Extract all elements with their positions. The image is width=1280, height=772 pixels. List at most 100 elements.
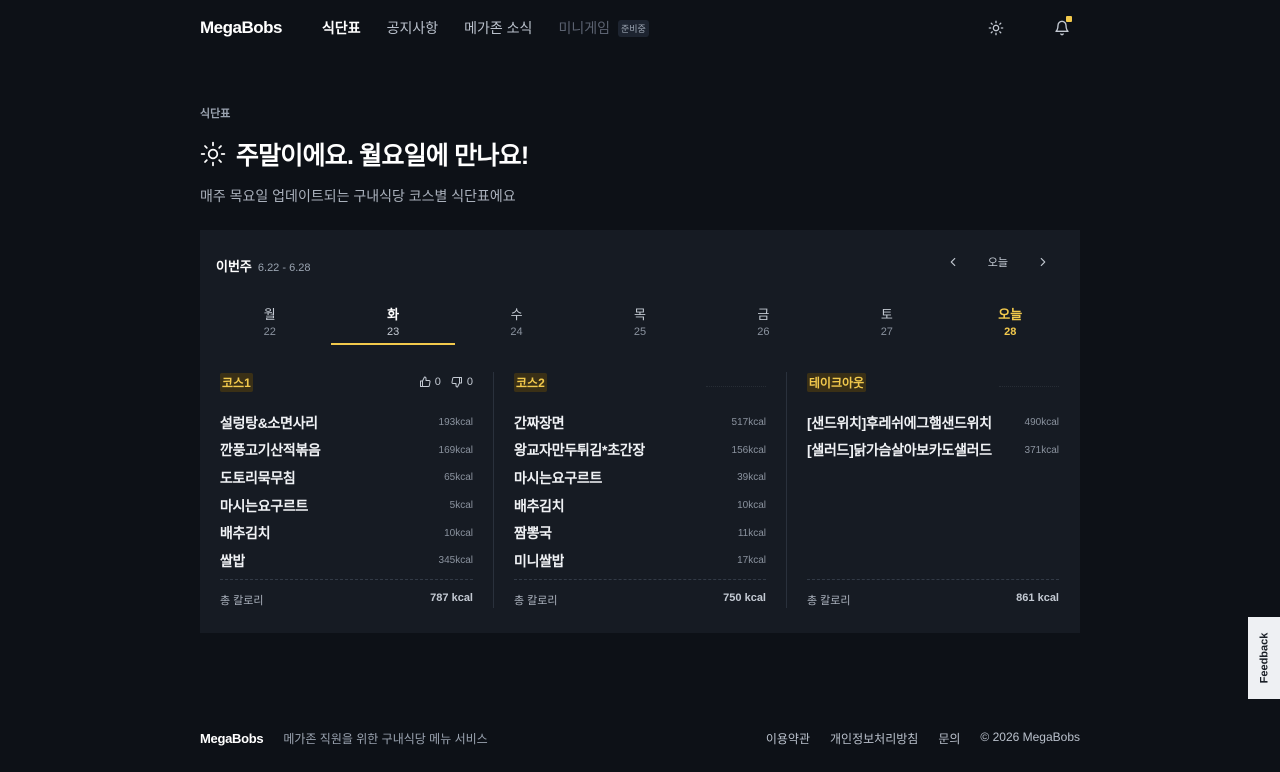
prev-week-button[interactable] xyxy=(946,255,960,269)
day-number: 24 xyxy=(510,326,523,338)
feedback-label: Feedback xyxy=(1258,632,1270,684)
nav-notices[interactable]: 공지사항 xyxy=(387,18,439,38)
day-tab-mon[interactable]: 월 22 xyxy=(208,304,331,344)
footer-links: 이용약관 개인정보처리방침 문의 © 2026 MegaBobs xyxy=(766,730,1080,747)
menu-kcal: 169kcal xyxy=(438,444,473,456)
footer: MegaBobs 메가존 직원을 위한 구내식당 메뉴 서비스 이용약관 개인정… xyxy=(200,729,1080,747)
dislike-count: 0 xyxy=(466,376,473,388)
day-number: 25 xyxy=(633,326,647,338)
top-header: MegaBobs 식단표 공지사항 메가존 소식 미니게임 준비중 xyxy=(200,0,1080,56)
menu-kcal: 11kcal xyxy=(737,527,766,539)
day-tab-today[interactable]: 오늘 28 xyxy=(949,304,1072,344)
week-nav: 오늘 xyxy=(946,254,1050,270)
page-subtitle: 매주 목요일 업데이트되는 구내식당 코스별 식단표에요 xyxy=(200,188,516,204)
menu-list: 간짜장면 517kcal 왕교자만두튀김*초간장 156kcal 마시는요구르트 39… xyxy=(514,409,766,575)
footer-logo[interactable]: MegaBobs xyxy=(200,731,264,746)
day-number: 23 xyxy=(387,326,400,338)
nav-news[interactable]: 메가존 소식 xyxy=(464,18,532,38)
privacy-link[interactable]: 개인정보처리방침 xyxy=(830,730,918,747)
menu-kcal: 10kcal xyxy=(737,500,766,512)
day-name: 월 xyxy=(263,307,276,322)
menu-name: [샐러드]닭가슴살아보카도샐러드 xyxy=(807,442,992,459)
logo[interactable]: MegaBobs xyxy=(200,18,282,38)
thumbs-down-icon xyxy=(451,377,462,388)
day-name: 토 xyxy=(880,307,893,322)
day-name: 화 xyxy=(387,307,400,322)
vote-placeholder xyxy=(706,377,766,387)
header-actions xyxy=(986,16,1072,38)
total-value: 861 kcal xyxy=(1016,592,1059,604)
menu-item: 배추김치 10kcal xyxy=(514,492,766,520)
bell-icon xyxy=(1055,20,1069,36)
total-calories: 총 칼로리 787 kcal xyxy=(220,579,473,608)
menu-kcal: 39kcal xyxy=(737,472,766,484)
notifications-button[interactable] xyxy=(1052,16,1072,38)
course-columns: 코스1 0 0 설렁탕&소면사리 193kcal 깐풍고기산적볶음 169kcal … xyxy=(200,372,1080,608)
menu-item: 미니쌀밥 17kcal xyxy=(514,547,766,575)
sun-icon xyxy=(200,141,226,167)
menu-kcal: 10kcal xyxy=(444,527,473,539)
menu-name: [샌드위치]후레쉬에그햄샌드위치 xyxy=(807,414,992,431)
menu-name: 배추김치 xyxy=(220,525,271,542)
week-header: 이번주 6.22 - 6.28 xyxy=(216,256,310,275)
total-value: 750 kcal xyxy=(723,592,766,604)
menu-kcal: 5kcal xyxy=(449,500,473,512)
total-label: 총 칼로리 xyxy=(220,595,264,607)
menu-name: 짬뽕국 xyxy=(514,525,552,542)
menu-item: 쌀밥 345kcal xyxy=(220,547,473,575)
day-tab-fri[interactable]: 금 26 xyxy=(702,304,825,344)
menu-item: 짬뽕국 11kcal xyxy=(514,519,766,547)
nav-minigame-label: 미니게임 xyxy=(558,20,610,36)
nav-menu[interactable]: 식단표 xyxy=(322,18,361,38)
menu-kcal: 65kcal xyxy=(444,472,473,484)
course-column: 테이크아웃 [샌드위치]후레쉬에그햄샌드위치 490kcal [샐러드]닭가슴살아… xyxy=(786,372,1079,608)
menu-name: 간짜장면 xyxy=(514,414,565,431)
day-tab-thu[interactable]: 목 25 xyxy=(578,304,701,344)
menu-item: 간짜장면 517kcal xyxy=(514,409,766,437)
thumbs-up-icon xyxy=(419,376,431,387)
menu-item: [샐러드]닭가슴살아보카도샐러드 371kcal xyxy=(807,437,1059,465)
menu-item: [샌드위치]후레쉬에그햄샌드위치 490kcal xyxy=(807,409,1059,437)
today-button[interactable]: 오늘 xyxy=(988,254,1008,270)
menu-name: 마시는요구르트 xyxy=(514,469,603,486)
dislike-button[interactable]: 0 xyxy=(451,376,473,388)
total-label: 총 칼로리 xyxy=(807,595,851,607)
menu-item: 깐풍고기산적볶음 169kcal xyxy=(220,437,473,465)
day-number: 26 xyxy=(757,326,770,338)
next-week-button[interactable] xyxy=(1036,255,1050,269)
total-label: 총 칼로리 xyxy=(514,595,558,607)
menu-kcal: 371kcal xyxy=(1024,444,1059,456)
menu-name: 마시는요구르트 xyxy=(220,497,309,514)
day-tab-wed[interactable]: 수 24 xyxy=(455,304,578,344)
page-title-row: 주말이에요. 월요일에 만나요! xyxy=(200,136,529,172)
menu-item: 마시는요구르트 39kcal xyxy=(514,464,766,492)
total-calories: 총 칼로리 750 kcal xyxy=(514,579,766,608)
menu-list: 설렁탕&소면사리 193kcal 깐풍고기산적볶음 169kcal 도토리묵무침 65… xyxy=(220,409,473,575)
menu-name: 쌀밥 xyxy=(220,552,246,569)
like-button[interactable]: 0 xyxy=(419,376,441,388)
menu-kcal: 156kcal xyxy=(731,444,766,456)
menu-kcal: 490kcal xyxy=(1024,417,1059,429)
vote-placeholder xyxy=(999,377,1059,387)
coming-soon-badge: 준비중 xyxy=(617,19,649,37)
sun-icon xyxy=(988,20,1004,36)
chevron-right-icon xyxy=(1040,257,1046,267)
breadcrumb: 식단표 xyxy=(200,108,231,120)
day-tab-sat[interactable]: 토 27 xyxy=(825,304,948,344)
nav-minigame[interactable]: 미니게임 준비중 xyxy=(558,18,649,38)
footer-description: 메가존 직원을 위한 구내식당 메뉴 서비스 xyxy=(283,731,488,746)
day-tab-tue[interactable]: 화 23 xyxy=(331,304,456,345)
menu-kcal: 193kcal xyxy=(438,417,473,429)
theme-toggle-button[interactable] xyxy=(986,18,1006,38)
vote-group: 0 0 xyxy=(419,376,473,388)
feedback-button[interactable]: Feedback xyxy=(1248,617,1280,699)
day-number: 28 xyxy=(1004,326,1017,338)
menu-name: 설렁탕&소면사리 xyxy=(220,414,318,431)
like-count: 0 xyxy=(434,376,441,388)
menu-item: 왕교자만두튀김*초간장 156kcal xyxy=(514,437,766,465)
terms-link[interactable]: 이용약관 xyxy=(766,730,810,747)
day-name: 금 xyxy=(757,307,770,322)
contact-link[interactable]: 문의 xyxy=(938,730,960,747)
day-tabs: 월 22 화 23 수 24 목 25 금 26 토 27 오늘 28 xyxy=(208,304,1072,345)
course-column: 코스2 간짜장면 517kcal 왕교자만두튀김*초간장 156kcal 마시는요구… xyxy=(493,372,786,608)
